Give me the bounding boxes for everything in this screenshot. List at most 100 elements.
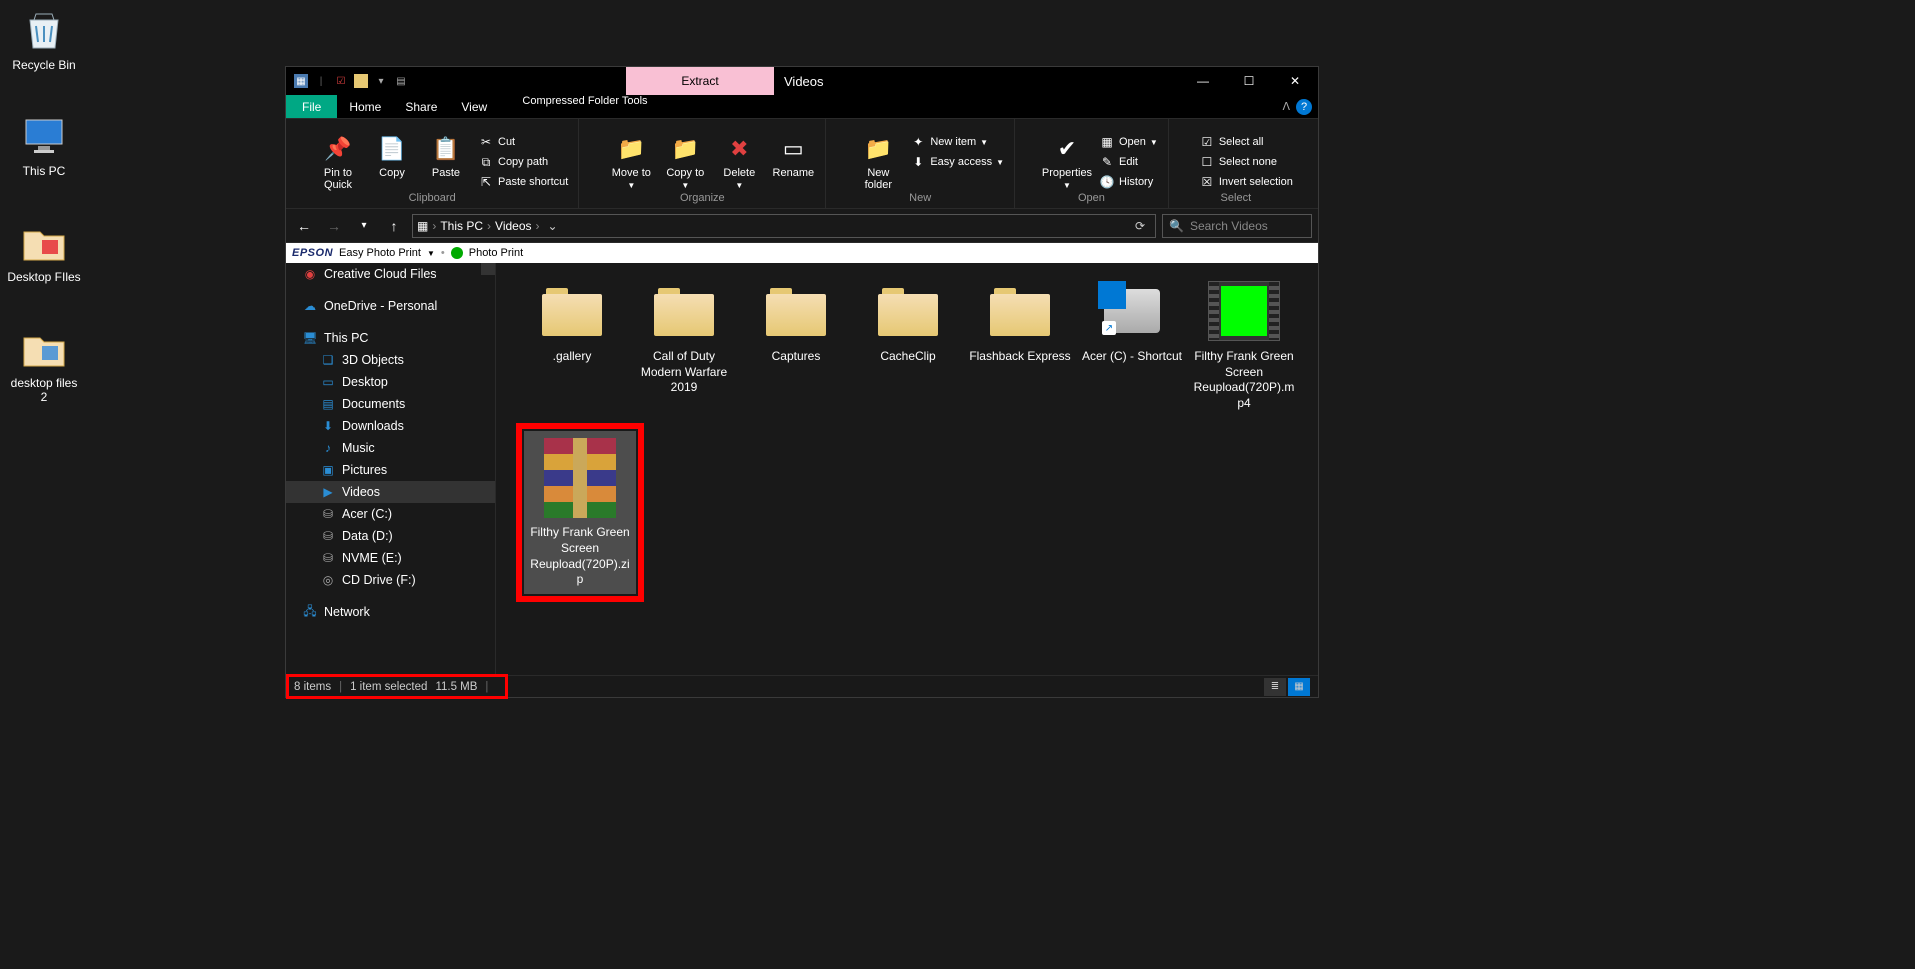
folder-small-icon[interactable] — [354, 74, 368, 88]
drive-icon: ⛁ — [320, 506, 336, 522]
ribbon-group-clipboard: 📌Pin to Quick access 📄Copy 📋Paste ✂Cut ⧉… — [286, 119, 579, 208]
tree-3d-objects[interactable]: ❑3D Objects — [286, 349, 495, 371]
back-button[interactable]: ← — [292, 214, 316, 238]
open-button[interactable]: ▦Open ▼ — [1095, 133, 1162, 151]
close-button[interactable]: ✕ — [1272, 67, 1318, 95]
desktop-icon-desktop-files[interactable]: Desktop FIles — [6, 218, 82, 284]
properties-button[interactable]: ✔Properties▼ — [1041, 131, 1093, 190]
desktop-icon: ▭ — [320, 374, 336, 390]
breadcrumb-this-pc[interactable]: This PC — [440, 219, 483, 233]
tree-data-d[interactable]: ⛁Data (D:) — [286, 525, 495, 547]
search-icon: 🔍 — [1169, 219, 1184, 233]
history-icon: 🕓 — [1099, 174, 1115, 190]
address-bar[interactable]: ▦ › This PC › Videos › ⌄ ⟳ — [412, 214, 1156, 238]
group-label: Open — [1021, 192, 1162, 206]
pin-icon: 📌 — [322, 133, 354, 165]
tree-this-pc[interactable]: 🖥This PC — [286, 327, 495, 349]
folder-gallery[interactable]: .gallery — [516, 273, 628, 417]
refresh-button[interactable]: ⟳ — [1129, 219, 1151, 233]
delete-button[interactable]: ✖Delete▼ — [713, 131, 765, 190]
new-folder-icon: 📁 — [862, 133, 894, 165]
paste-shortcut-button[interactable]: ⇱Paste shortcut — [474, 173, 572, 191]
move-to-button[interactable]: 📁Move to▼ — [605, 131, 657, 190]
qat-divider: | — [314, 74, 328, 88]
pin-to-quick-access-button[interactable]: 📌Pin to Quick access — [312, 131, 364, 192]
tree-desktop[interactable]: ▭Desktop — [286, 371, 495, 393]
view-details-button[interactable]: ≣ — [1264, 678, 1286, 696]
invert-selection-button[interactable]: ☒Invert selection — [1195, 173, 1297, 191]
tab-compressed-folder-tools[interactable]: Compressed Folder Tools — [511, 95, 659, 107]
file-list[interactable]: .gallery Call of Duty Modern Warfare 201… — [496, 263, 1318, 675]
tree-pictures[interactable]: ▣Pictures — [286, 459, 495, 481]
forward-button[interactable]: → — [322, 214, 346, 238]
network-icon: 🖧 — [302, 604, 318, 620]
cut-button[interactable]: ✂Cut — [474, 133, 572, 151]
history-button[interactable]: 🕓History — [1095, 173, 1162, 191]
edit-icon: ✎ — [1099, 154, 1115, 170]
minimize-button[interactable]: — — [1180, 67, 1226, 95]
select-all-button[interactable]: ☑Select all — [1195, 133, 1297, 151]
folder-cod[interactable]: Call of Duty Modern Warfare 2019 — [628, 273, 740, 417]
search-input[interactable]: 🔍 Search Videos — [1162, 214, 1312, 238]
file-video-mp4[interactable]: Filthy Frank Green Screen Reupload(720P)… — [1188, 273, 1300, 417]
context-tab-extract[interactable]: Extract — [626, 67, 774, 95]
select-none-icon: ☐ — [1199, 154, 1215, 170]
file-zip-selected[interactable]: Filthy Frank Green Screen Reupload(720P)… — [524, 431, 636, 593]
shortcut-acer-c[interactable]: Acer (C) - Shortcut — [1076, 273, 1188, 417]
qat-dropdown-icon[interactable]: ▾ — [374, 74, 388, 88]
up-button[interactable]: ↑ — [382, 214, 406, 238]
desktop-icon-this-pc[interactable]: This PC — [6, 112, 82, 178]
tree-downloads[interactable]: ⬇Downloads — [286, 415, 495, 437]
epson-easy-photo-print[interactable]: Easy Photo Print — [339, 247, 421, 259]
tree-videos[interactable]: ▶Videos — [286, 481, 495, 503]
tree-documents[interactable]: ▤Documents — [286, 393, 495, 415]
tab-file[interactable]: File — [286, 95, 337, 118]
new-item-button[interactable]: ✦New item ▼ — [906, 133, 1008, 151]
tab-view[interactable]: View — [449, 95, 499, 118]
breadcrumb-videos[interactable]: Videos — [495, 219, 531, 233]
desktop-icon-recycle-bin[interactable]: Recycle Bin — [6, 6, 82, 72]
qat-overflow[interactable]: ▤ — [394, 74, 408, 88]
maximize-button[interactable]: ☐ — [1226, 67, 1272, 95]
edit-button[interactable]: ✎Edit — [1095, 153, 1162, 171]
tree-cd-drive-f[interactable]: ◎CD Drive (F:) — [286, 569, 495, 591]
paste-button[interactable]: 📋Paste — [420, 131, 472, 179]
copy-to-button[interactable]: 📁Copy to▼ — [659, 131, 711, 190]
desktop-icon-desktop-files-2[interactable]: desktop files 2 — [6, 324, 82, 404]
scissors-icon: ✂ — [478, 134, 494, 150]
folder-cacheclip[interactable]: CacheClip — [852, 273, 964, 417]
help-icon[interactable]: ? — [1296, 99, 1312, 115]
tree-nvme-e[interactable]: ⛁NVME (E:) — [286, 547, 495, 569]
tree-music[interactable]: ♪Music — [286, 437, 495, 459]
documents-icon: ▤ — [320, 396, 336, 412]
folder-flashback[interactable]: Flashback Express — [964, 273, 1076, 417]
videos-folder-icon: ▦ — [417, 219, 428, 233]
checkbox-icon[interactable]: ☑ — [334, 74, 348, 88]
navigation-tree[interactable]: ◉Creative Cloud Files ☁OneDrive - Person… — [286, 263, 496, 675]
easy-access-button[interactable]: ⬇Easy access ▼ — [906, 153, 1008, 171]
scrollbar-thumb[interactable] — [481, 263, 495, 275]
open-icon: ▦ — [1099, 134, 1115, 150]
copy-path-button[interactable]: ⧉Copy path — [474, 153, 572, 171]
folder-captures[interactable]: Captures — [740, 273, 852, 417]
recent-locations-button[interactable]: ▾ — [352, 214, 376, 238]
view-large-icons-button[interactable]: ▦ — [1288, 678, 1310, 696]
select-none-button[interactable]: ☐Select none — [1195, 153, 1297, 171]
desktop-icon-label: Desktop FIles — [6, 270, 82, 284]
tab-share[interactable]: Share — [393, 95, 449, 118]
tab-home[interactable]: Home — [337, 95, 393, 118]
group-label: Select — [1175, 192, 1297, 206]
copy-button[interactable]: 📄Copy — [366, 131, 418, 179]
tree-creative-cloud[interactable]: ◉Creative Cloud Files — [286, 263, 495, 285]
address-dropdown-icon[interactable]: ⌄ — [544, 219, 562, 233]
epson-photo-print[interactable]: Photo Print — [469, 247, 523, 259]
new-folder-button[interactable]: 📁New folder — [852, 131, 904, 191]
tree-onedrive[interactable]: ☁OneDrive - Personal — [286, 295, 495, 317]
collapse-ribbon-icon[interactable]: ᐱ — [1282, 100, 1290, 113]
video-thumbnail-icon — [1208, 281, 1280, 341]
tree-acer-c[interactable]: ⛁Acer (C:) — [286, 503, 495, 525]
rename-button[interactable]: ▭Rename — [767, 131, 819, 179]
folder-icon — [990, 286, 1050, 336]
tree-network[interactable]: 🖧Network — [286, 601, 495, 623]
status-item-count: 8 items — [294, 681, 331, 693]
